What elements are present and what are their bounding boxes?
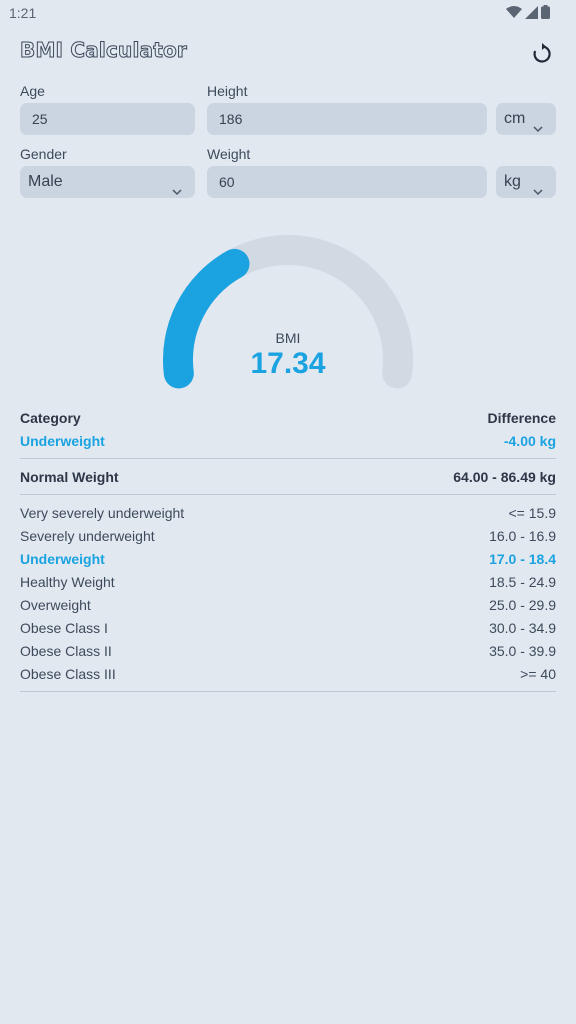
age-input[interactable]: 25 (20, 103, 195, 135)
weight-input[interactable]: 60 (207, 166, 487, 198)
refresh-icon (530, 43, 554, 70)
height-label: Height (207, 83, 248, 99)
height-input[interactable]: 186 (207, 103, 487, 135)
normal-weight-row: Normal Weight 64.00 - 86.49 kg (20, 469, 556, 489)
category-row: Very severely underweight <= 15.9 (20, 505, 556, 525)
category-name: Obese Class I (20, 620, 108, 636)
result-category: Underweight (20, 433, 105, 449)
reset-button[interactable] (530, 42, 554, 66)
gender-value: Male (28, 173, 63, 190)
age-label: Age (20, 83, 45, 99)
result-header-row: Category Difference (20, 410, 556, 430)
chevron-down-icon (533, 177, 543, 196)
category-name: Obese Class II (20, 643, 112, 659)
normal-weight-range: 64.00 - 86.49 kg (453, 469, 556, 485)
divider (20, 494, 556, 495)
category-range: 16.0 - 16.9 (489, 528, 556, 544)
age-value: 25 (32, 111, 48, 127)
difference-header: Difference (487, 410, 556, 426)
height-unit-value: cm (504, 110, 526, 127)
weight-unit-value: kg (504, 173, 521, 190)
height-value: 186 (219, 111, 243, 127)
category-row: Obese Class I 30.0 - 34.9 (20, 620, 556, 640)
category-name: Very severely underweight (20, 505, 185, 521)
category-range: 18.5 - 24.9 (489, 574, 556, 590)
weight-label: Weight (207, 146, 251, 162)
app-title: BMI Calculator (20, 38, 188, 63)
category-row: Underweight 17.0 - 18.4 (20, 551, 556, 571)
weight-unit-select[interactable]: kg (496, 166, 556, 198)
chevron-down-icon (172, 177, 182, 196)
bmi-label: BMI (275, 330, 301, 346)
gender-label: Gender (20, 146, 67, 162)
divider (20, 458, 556, 459)
signal-icon (525, 5, 538, 24)
result-row: Underweight -4.00 kg (20, 433, 556, 453)
normal-weight-label: Normal Weight (20, 469, 119, 485)
category-name: Healthy Weight (20, 574, 115, 590)
weight-value: 60 (219, 174, 235, 190)
status-time: 1:21 (9, 5, 37, 21)
status-bar: 1:21 (0, 0, 576, 26)
gender-select[interactable]: Male (20, 166, 195, 198)
category-range: 30.0 - 34.9 (489, 620, 556, 636)
category-range: >= 40 (520, 666, 556, 682)
category-name: Obese Class III (20, 666, 116, 682)
category-row: Obese Class III >= 40 (20, 666, 556, 686)
category-name: Underweight (20, 551, 105, 567)
bmi-value: 17.34 (250, 347, 326, 380)
category-range: 25.0 - 29.9 (489, 597, 556, 613)
wifi-icon (506, 5, 522, 24)
category-range: 35.0 - 39.9 (489, 643, 556, 659)
category-name: Severely underweight (20, 528, 155, 544)
category-range: 17.0 - 18.4 (489, 551, 556, 567)
category-row: Healthy Weight 18.5 - 24.9 (20, 574, 556, 594)
height-unit-select[interactable]: cm (496, 103, 556, 135)
status-icons (506, 5, 550, 24)
category-name: Overweight (20, 597, 91, 613)
category-row: Severely underweight 16.0 - 16.9 (20, 528, 556, 548)
category-header: Category (20, 410, 81, 426)
category-row: Obese Class II 35.0 - 39.9 (20, 643, 556, 663)
category-row: Overweight 25.0 - 29.9 (20, 597, 556, 617)
battery-icon (541, 5, 550, 24)
divider (20, 691, 556, 692)
result-difference: -4.00 kg (503, 433, 556, 449)
chevron-down-icon (533, 114, 543, 133)
category-range: <= 15.9 (508, 505, 557, 521)
